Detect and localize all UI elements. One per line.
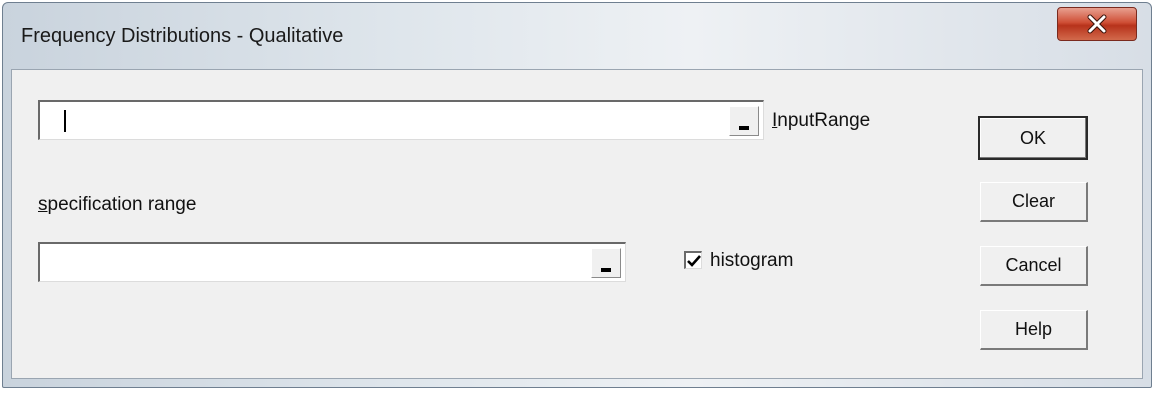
histogram-checkbox[interactable] (684, 251, 702, 269)
histogram-label-pre: histo (710, 250, 751, 271)
close-x-icon (1087, 14, 1107, 34)
text-caret (64, 110, 66, 132)
spec-range-label: specification range (38, 194, 196, 216)
collapse-dialog-icon (739, 126, 749, 130)
ok-button[interactable]: OK (978, 116, 1088, 160)
spec-range-label-rest: pecification range (47, 194, 197, 215)
dialog-body: InputRange specification range histogram… (11, 69, 1143, 379)
histogram-label[interactable]: histogram (710, 250, 793, 272)
spec-range-collapse-button[interactable] (591, 248, 621, 278)
window-title: Frequency Distributions - Qualitative (21, 25, 344, 47)
dialog-window: Frequency Distributions - Qualitative In… (2, 2, 1152, 388)
input-range-label: InputRange (772, 110, 870, 132)
title-bar[interactable]: Frequency Distributions - Qualitative (3, 3, 1151, 69)
collapse-dialog-icon (601, 268, 611, 272)
histogram-label-accel: g (750, 250, 761, 271)
help-button[interactable]: Help (980, 310, 1088, 350)
histogram-label-post: ram (760, 250, 794, 271)
input-range-field[interactable] (38, 100, 764, 140)
spec-range-label-accel: s (38, 194, 48, 215)
cancel-button[interactable]: Cancel (980, 246, 1088, 286)
input-range-collapse-button[interactable] (729, 106, 759, 136)
close-button[interactable] (1057, 7, 1137, 41)
checkmark-icon (687, 255, 701, 267)
clear-button[interactable]: Clear (980, 182, 1088, 222)
input-range-label-rest: nputRange (777, 110, 871, 131)
spec-range-field[interactable] (38, 242, 626, 282)
